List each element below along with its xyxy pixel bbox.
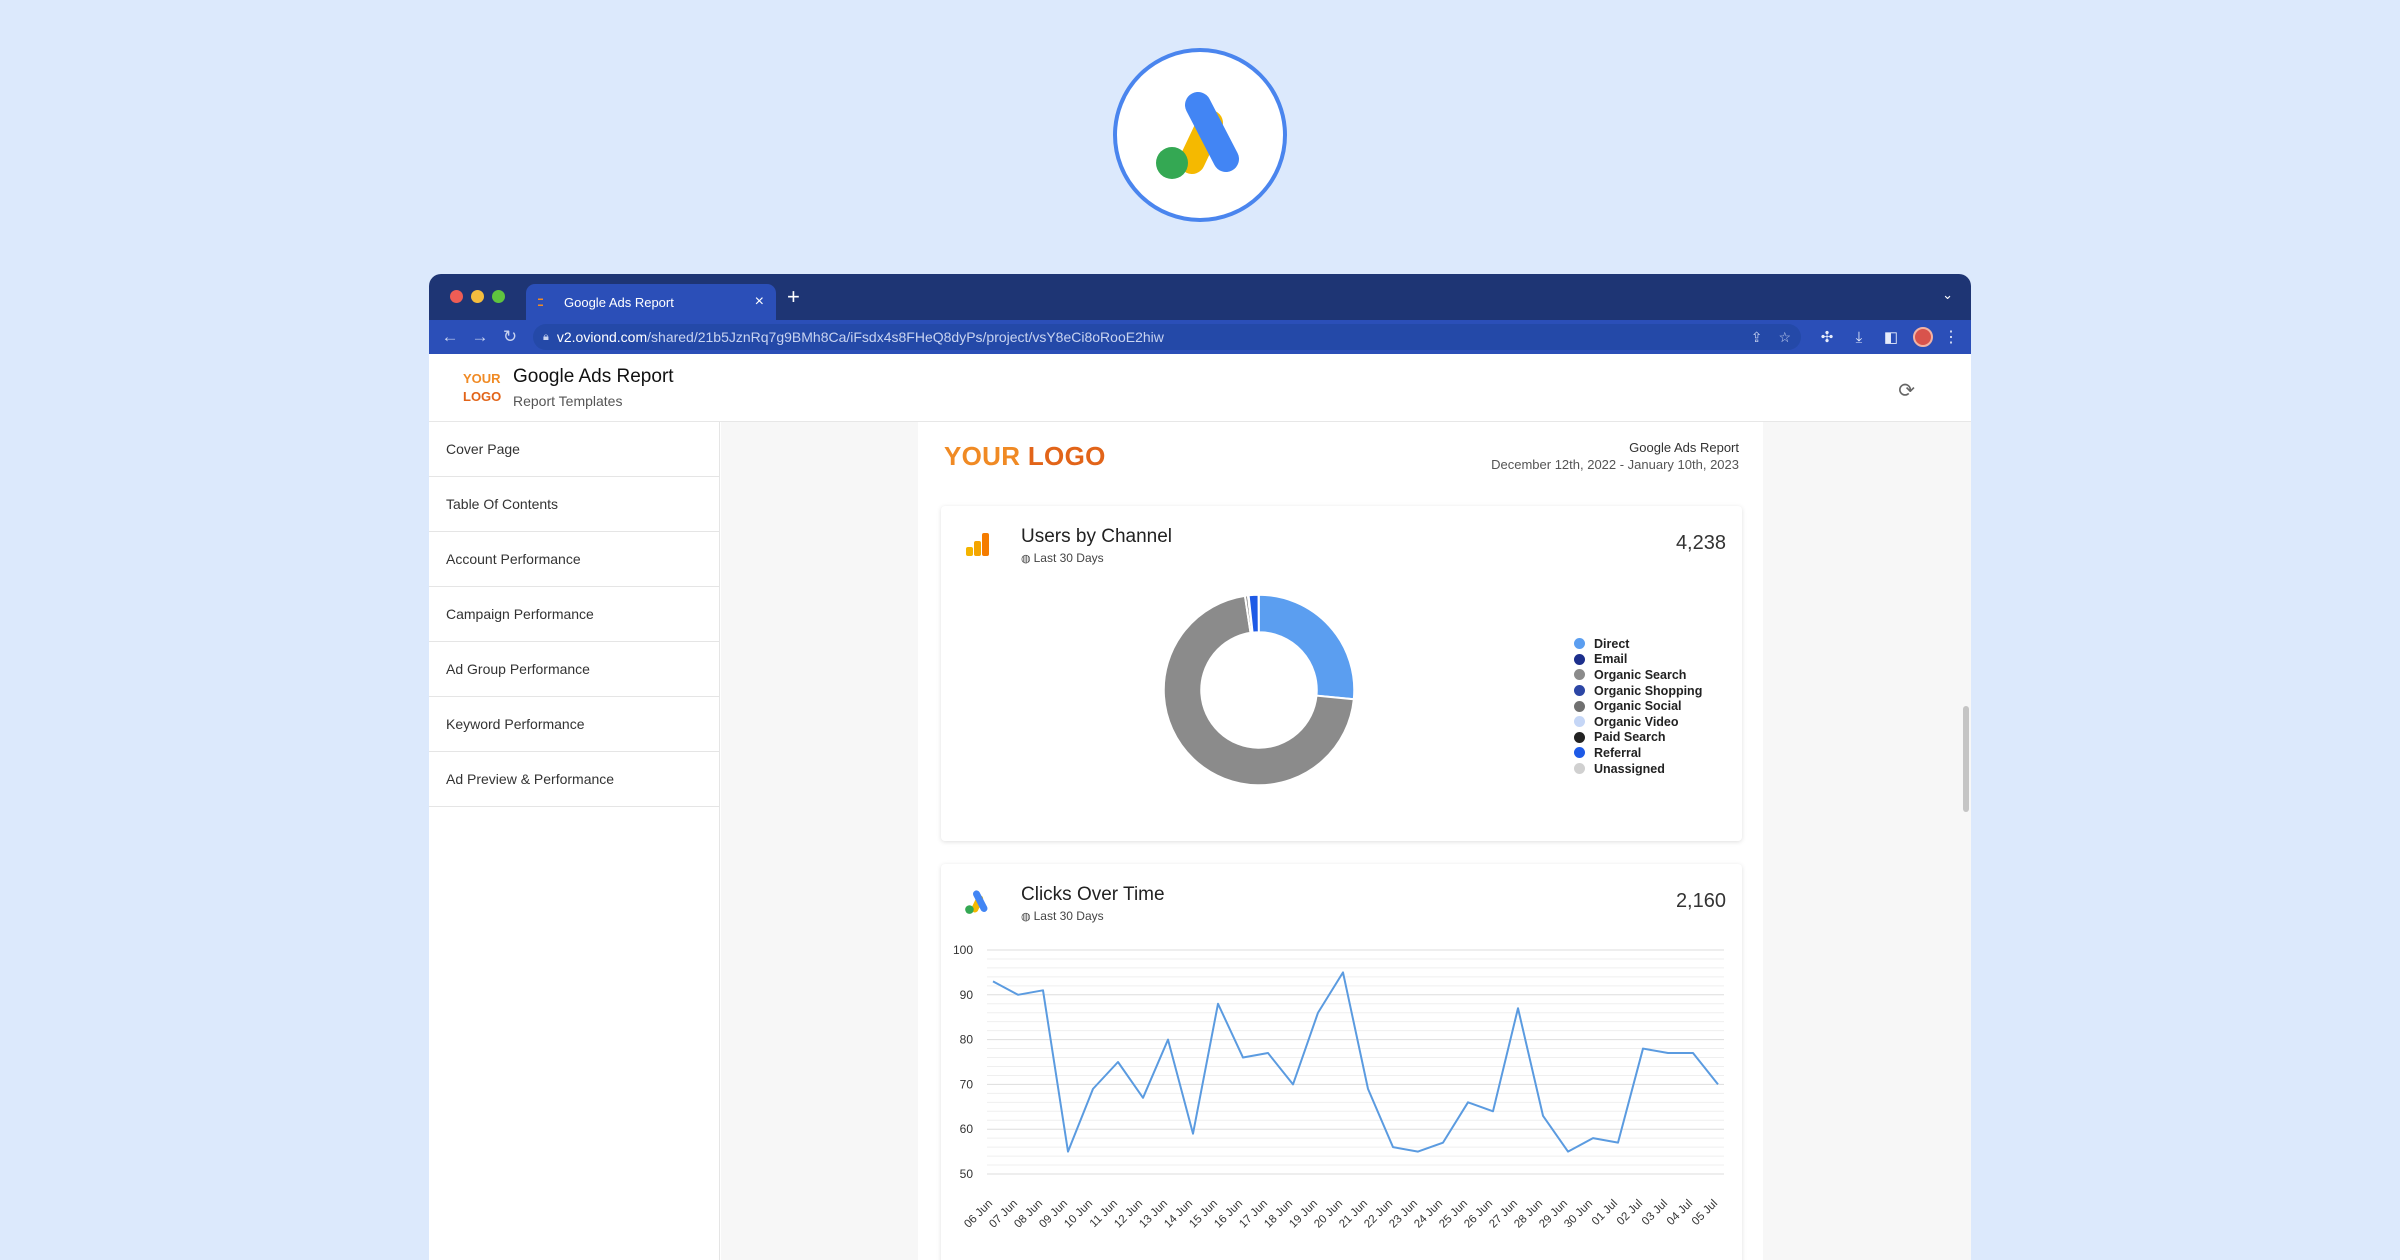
report-canvas[interactable]: YOUR LOGO Google Ads Report December 12t… [721,422,1971,1260]
sidebar-item-ad-group-performance[interactable]: Ad Group Performance [429,642,719,697]
x-tick-label: 05 Jul [1690,1198,1720,1228]
url-path: /shared/21b5JznRq7g9BMh8Ca/iFsdx4s8FHeQ8… [647,329,1164,345]
reload-icon[interactable]: ↻ [499,327,521,347]
extensions-puzzle-icon[interactable]: ✣ [1817,328,1837,346]
side-panel-icon[interactable]: ◧ [1881,328,1901,346]
legend-label: Organic Video [1594,714,1679,729]
legend-label: Organic Search [1594,667,1687,682]
legend-label: Email [1594,652,1628,667]
report-subtitle: Report Templates [513,393,623,409]
header-logo-line2: LOGO [463,389,502,404]
maximize-window-button[interactable] [492,290,505,303]
legend-item[interactable]: Direct [1574,636,1702,652]
donut-slice-8[interactable] [1257,594,1260,633]
address-bar[interactable]: 🔒︎ v2.oviond.com/shared/21b5JznRq7g9BMh8… [533,324,1801,350]
x-tick-label: 03 Jul [1640,1198,1670,1228]
tab-close-icon[interactable]: × [755,293,764,311]
minimize-window-button[interactable] [471,290,484,303]
donut-slice-0[interactable] [1258,594,1355,700]
x-tick-label: 01 Jul [1590,1198,1620,1228]
y-tick-label: 80 [960,1033,974,1047]
back-arrow-icon[interactable]: ← [439,327,461,347]
browser-toolbar: ← → ↻ 🔒︎ v2.oviond.com/shared/21b5JznRq7… [429,320,1971,354]
x-tick-label: 04 Jul [1665,1198,1695,1228]
y-tick-label: 50 [960,1167,974,1181]
x-tick-label: 10 Jun [1062,1198,1095,1231]
users-by-channel-widget[interactable]: Users by Channel ◍ Last 30 Days 4,238 Dir… [941,506,1742,841]
legend-label: Referral [1594,745,1642,760]
share-icon[interactable]: ⇪ [1751,329,1763,346]
legend-swatch [1574,700,1585,712]
header-logo-line1: YOUR [463,371,501,386]
legend-item[interactable]: Organic Social [1574,698,1702,714]
legend-swatch [1574,653,1585,665]
favicon-logo-icon: ▬ ▬ [538,296,543,308]
legend-item[interactable]: Paid Search [1574,730,1702,746]
legend-swatch [1574,747,1585,759]
sidebar-item-cover-page[interactable]: Cover Page [429,422,719,477]
clicks-over-time-widget[interactable]: Clicks Over Time ◍ Last 30 Days 2,160 50 6… [941,864,1742,1260]
sidebar-nav: Cover Page Table Of Contents Account Per… [429,422,720,1260]
legend-swatch [1574,638,1585,650]
tab-bar: ▬ ▬ Google Ads Report × + ⌄ [429,274,1971,320]
vertical-scrollbar[interactable] [1963,706,1969,812]
legend-item[interactable]: Referral [1574,745,1702,761]
legend-label: Organic Shopping [1594,683,1703,698]
download-icon[interactable]: ⤓ [1849,329,1869,346]
x-tick-label: 30 Jun [1562,1198,1595,1231]
y-tick-label: 70 [960,1077,974,1091]
tab-title: Google Ads Report [564,294,674,310]
forward-arrow-icon[interactable]: → [469,327,491,347]
profile-avatar[interactable] [1913,327,1933,347]
lock-icon[interactable]: 🔒︎ [543,331,549,344]
y-tick-label: 60 [960,1122,974,1136]
sidebar-item-ad-preview-performance[interactable]: Ad Preview & Performance [429,752,719,807]
line-chart: 506070809010006 Jun07 Jun08 Jun09 Jun10 … [953,943,1724,1231]
legend-swatch [1574,763,1585,775]
legend-item[interactable]: Email [1574,652,1702,668]
legend-label: Direct [1594,636,1630,651]
legend-swatch [1574,669,1585,681]
report-title: Google Ads Report [513,366,674,387]
legend-label: Organic Social [1594,699,1682,714]
app-header: YOUR LOGO Google Ads Report Report Templ… [429,354,1971,422]
browser-tab-active[interactable]: ▬ ▬ Google Ads Report × [526,284,776,320]
browser-window: ▬ ▬ Google Ads Report × + ⌄ ← → ↻ 🔒︎ v2.o… [429,274,1971,1260]
header-logo[interactable]: YOUR LOGO [463,370,501,406]
close-window-button[interactable] [450,290,463,303]
google-ads-logo-icon [1156,92,1239,179]
legend-item[interactable]: Unassigned [1574,761,1702,777]
sidebar-item-keyword-performance[interactable]: Keyword Performance [429,697,719,752]
refresh-icon[interactable]: ⟳ [1898,378,1915,403]
donut-legend: Direct Email Organic Search Organic Shoppin… [1574,636,1702,776]
y-tick-label: 90 [960,988,974,1002]
url-text: v2.oviond.com/shared/21b5JznRq7g9BMh8Ca/… [557,329,1164,345]
browser-menu-kebab-icon[interactable]: ⋮ [1943,327,1959,347]
tab-search-chevron-icon[interactable]: ⌄ [1942,287,1953,303]
legend-label: Unassigned [1594,761,1665,776]
page-logo-word1: YOUR [944,441,1021,471]
legend-item[interactable]: Organic Video [1574,714,1702,730]
bookmark-star-icon[interactable]: ☆ [1778,329,1791,346]
series-line-clicks[interactable] [992,971,1719,1153]
sidebar-item-campaign-performance[interactable]: Campaign Performance [429,587,719,642]
legend-item[interactable]: Organic Shopping [1574,683,1702,699]
legend-swatch [1574,731,1585,743]
legend-swatch [1574,685,1585,697]
legend-label: Paid Search [1594,730,1666,745]
google-ads-badge [1113,48,1287,222]
url-host: v2.oviond.com [556,329,648,345]
legend-item[interactable]: Organic Search [1574,667,1702,683]
report-page: YOUR LOGO Google Ads Report December 12t… [918,422,1763,1260]
sidebar-item-account-performance[interactable]: Account Performance [429,532,719,587]
y-tick-label: 100 [953,943,973,957]
page-logo: YOUR LOGO [944,441,1106,472]
new-tab-button[interactable]: + [787,284,800,310]
legend-swatch [1574,716,1585,728]
sidebar-item-table-of-contents[interactable]: Table Of Contents [429,477,719,532]
page-report-title: Google Ads Report [1629,440,1739,455]
x-tick-label: 02 Jul [1615,1198,1645,1228]
page-date-range: December 12th, 2022 - January 10th, 2023 [1491,457,1739,472]
page-logo-word2: LOGO [1027,441,1106,471]
